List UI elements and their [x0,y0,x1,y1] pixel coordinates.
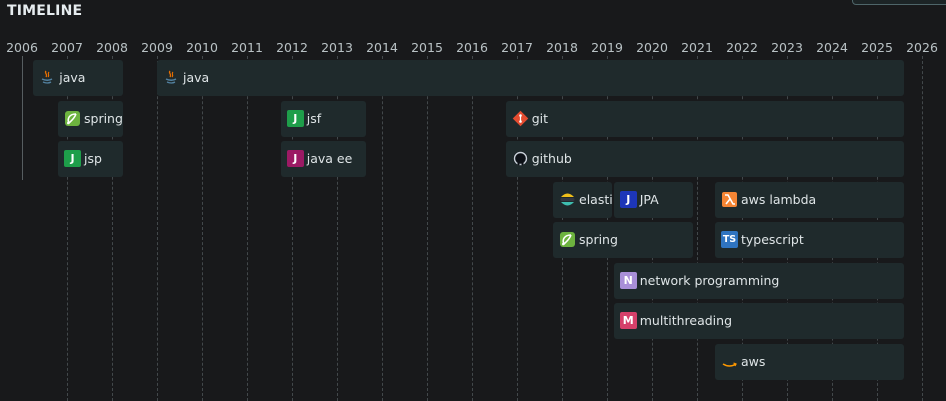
timeline-bar-label: github [531,151,572,166]
year-label: 2008 [96,40,128,55]
timeline-bar[interactable]: elasticsearch [553,181,612,218]
timeline-bar[interactable]: spring [553,222,693,258]
timeline-bar-label: multithreading [639,313,732,328]
java-ee-icon: J [286,150,304,167]
timeline-bar[interactable]: java [157,60,904,96]
timeline-start-line [22,56,23,180]
timeline-bar-label: git [531,110,549,126]
timeline-bar[interactable]: Mmultithreading [613,303,904,339]
jsf-icon: J [286,109,304,127]
timeline-bar[interactable]: spring [58,100,124,137]
timeline-bar[interactable]: aws [715,343,904,380]
timeline-bar-label: network programming [639,272,780,288]
timeline-bar[interactable]: git [505,100,904,137]
git-icon [512,110,529,127]
year-label: 2009 [141,40,173,55]
year-label: 2013 [321,40,353,55]
year-gridline [427,56,428,401]
timeline-bar-label: spring [84,110,123,126]
year-gridline [202,56,203,401]
timeline-bar[interactable]: Jjsf [280,100,367,137]
elasticsearch-icon [559,191,576,208]
java-icon [163,69,180,86]
year-label: 2026 [906,40,938,55]
year-label: 2025 [861,40,893,55]
year-gridline [247,56,248,401]
year-label: 2012 [276,40,308,55]
year-gridline [157,56,158,401]
timeline-bar-label: jsp [84,151,102,166]
timeline-bar-label: typescript [741,232,804,247]
timeline-bar-label: elasticsearch [579,191,612,207]
year-gridline [382,56,383,401]
spring-icon [559,231,576,248]
timeline-bar-label: java ee [306,151,353,166]
timeline-bar[interactable]: Jjsp [58,141,124,177]
year-label: 2021 [681,40,713,55]
aws-icon [721,353,738,370]
year-gridline [922,56,923,401]
aws-lambda-icon [721,191,738,208]
timeline-bar[interactable]: TS typescript [715,222,904,258]
year-label: 2006 [6,40,38,55]
network-programming-icon: N [619,271,637,289]
year-label: 2018 [546,40,578,55]
year-label: 2010 [186,40,218,55]
timeline-bar-label: java [183,70,210,85]
year-gridline [472,56,473,401]
collapsed-panel-tab[interactable] [852,0,946,5]
jsp-icon: J [64,150,81,167]
timeline-bar-label: spring [579,232,618,247]
year-label: 2007 [51,40,83,55]
typescript-icon: TS [721,231,738,248]
timeline-bar[interactable]: J JPA [613,181,693,218]
year-label: 2024 [816,40,848,55]
timeline-bar-label: JPA [639,191,659,207]
timeline-bar[interactable]: github [505,141,904,177]
timeline-bar[interactable]: aws lambda [715,181,904,218]
year-label: 2014 [366,40,398,55]
year-label: 2020 [636,40,668,55]
timeline-bar[interactable]: Jjava ee [280,141,367,177]
timeline-bar-label: java [59,70,86,85]
timeline-bar-label: aws lambda [741,191,817,207]
jpa-icon: J [619,190,637,208]
spring-icon [64,110,81,127]
year-label: 2011 [231,40,263,55]
timeline-bar-label: jsf [306,110,322,126]
timeline-bar[interactable]: java [33,60,124,96]
year-label: 2015 [411,40,443,55]
timeline-chart: 2006 2007 2008 2009 2010 2011 2012 2013 2014 2015… [0,36,946,401]
year-label: 2019 [591,40,623,55]
java-icon [39,69,56,86]
year-label: 2016 [456,40,488,55]
timeline-title: TIMELINE [7,3,83,19]
github-icon [512,150,529,167]
year-label: 2022 [726,40,758,55]
timeline-bar-label: aws [741,353,766,369]
timeline-bar[interactable]: Nnetwork programming [613,262,904,299]
year-label: 2017 [501,40,533,55]
multithreading-icon: M [619,312,637,329]
year-label: 2023 [771,40,803,55]
